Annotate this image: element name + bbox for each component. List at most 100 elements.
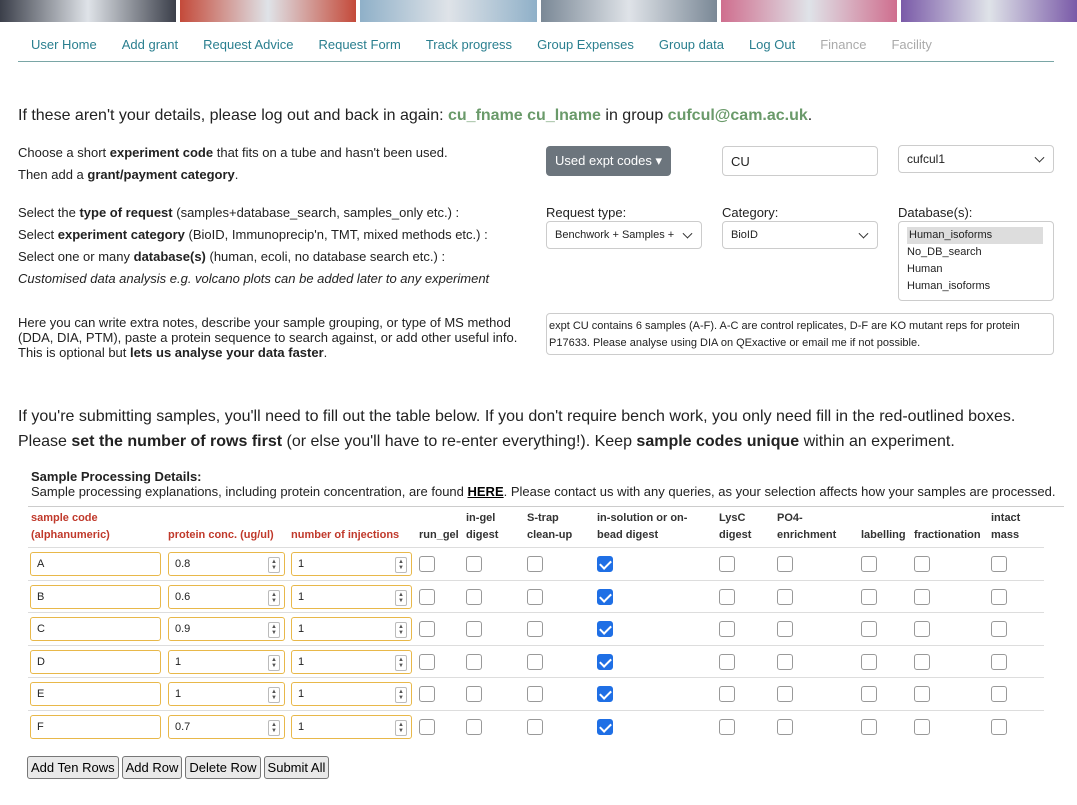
checkbox-po4[interactable] <box>777 686 793 703</box>
protein-conc-input[interactable]: 0.6 ▲ ▼ <box>168 584 285 609</box>
injections-input[interactable]: 1 ▲ ▼ <box>291 584 412 609</box>
sample-code-input[interactable]: A <box>30 552 161 576</box>
database-option[interactable]: Human <box>899 261 1053 278</box>
checkbox-strap[interactable] <box>527 588 543 605</box>
spinner-icon[interactable]: ▲ ▼ <box>268 557 280 573</box>
checkbox-run-gel[interactable] <box>419 719 435 735</box>
checkbox-labelling[interactable] <box>861 686 877 703</box>
used-expt-codes-button[interactable]: Used expt codes ▾ <box>546 146 671 176</box>
checkbox-po4[interactable] <box>777 588 793 605</box>
sample-code-input[interactable]: F <box>30 715 161 739</box>
spinner-icon[interactable]: ▲ ▼ <box>395 622 407 639</box>
nav-link-group-data[interactable]: Group data <box>646 30 736 61</box>
spinner-icon[interactable]: ▲ ▼ <box>395 557 407 573</box>
add-row-button[interactable]: Add Row <box>121 756 183 779</box>
nav-link-request-form[interactable]: Request Form <box>305 30 412 61</box>
checkbox-in-gel[interactable] <box>466 556 482 572</box>
checkbox-strap[interactable] <box>527 653 543 670</box>
database-listbox[interactable]: Human_isoforms No_DB_search Human Human_iso… <box>898 221 1054 301</box>
checkbox-po4[interactable] <box>777 653 793 670</box>
checkbox-run-gel[interactable] <box>419 621 435 638</box>
checkbox-intact[interactable] <box>991 556 1007 572</box>
checkbox-lysc[interactable] <box>719 719 735 735</box>
checkbox-intact[interactable] <box>991 621 1007 638</box>
checkbox-run-gel[interactable] <box>419 556 435 572</box>
checkbox-lysc[interactable] <box>719 588 735 605</box>
checkbox-in-gel[interactable] <box>466 588 482 605</box>
protein-conc-input[interactable]: 0.8 ▲ ▼ <box>168 552 285 576</box>
checkbox-lysc[interactable] <box>719 686 735 703</box>
add-ten-rows-button[interactable]: Add Ten Rows <box>27 756 119 779</box>
checkbox-strap[interactable] <box>527 556 543 572</box>
nav-link-user-home[interactable]: User Home <box>18 30 109 61</box>
checkbox-in-gel[interactable] <box>466 719 482 735</box>
delete-row-button[interactable]: Delete Row <box>185 756 261 779</box>
spinner-icon[interactable]: ▲ ▼ <box>268 589 280 606</box>
database-option[interactable]: No_DB_search <box>899 244 1053 261</box>
checkbox-run-gel[interactable] <box>419 686 435 703</box>
database-option[interactable]: Human_isoforms <box>907 227 1043 244</box>
checkbox-intact[interactable] <box>991 686 1007 703</box>
submit-all-button[interactable]: Submit All <box>263 756 330 779</box>
checkbox-in-solution[interactable] <box>597 621 613 638</box>
spinner-icon[interactable]: ▲ ▼ <box>268 687 280 704</box>
checkbox-fractionation[interactable] <box>914 556 930 572</box>
checkbox-intact[interactable] <box>991 653 1007 670</box>
request-type-select[interactable]: Benchwork + Samples + <box>546 221 702 249</box>
checkbox-intact[interactable] <box>991 719 1007 735</box>
checkbox-in-solution[interactable] <box>597 719 613 735</box>
checkbox-run-gel[interactable] <box>419 588 435 605</box>
checkbox-labelling[interactable] <box>861 588 877 605</box>
checkbox-intact[interactable] <box>991 588 1007 605</box>
checkbox-in-gel[interactable] <box>466 686 482 703</box>
checkbox-run-gel[interactable] <box>419 653 435 670</box>
injections-input[interactable]: 1 ▲ ▼ <box>291 715 412 739</box>
checkbox-in-solution[interactable] <box>597 556 613 572</box>
sample-code-input[interactable]: B <box>30 584 161 609</box>
notes-textarea[interactable]: expt CU contains 6 samples (A-F). A-C ar… <box>546 313 1054 355</box>
spinner-icon[interactable]: ▲ ▼ <box>395 654 407 671</box>
nav-link-request-advice[interactable]: Request Advice <box>190 30 305 61</box>
database-option[interactable]: Human_isoforms <box>899 278 1053 295</box>
expt-code-input[interactable]: CU <box>722 146 878 176</box>
protein-conc-input[interactable]: 0.7 ▲ ▼ <box>168 715 285 739</box>
sample-code-input[interactable]: D <box>30 649 161 674</box>
checkbox-labelling[interactable] <box>861 621 877 638</box>
sample-code-input[interactable]: E <box>30 682 161 707</box>
checkbox-fractionation[interactable] <box>914 588 930 605</box>
spinner-icon[interactable]: ▲ ▼ <box>268 622 280 639</box>
checkbox-strap[interactable] <box>527 686 543 703</box>
checkbox-strap[interactable] <box>527 719 543 735</box>
checkbox-fractionation[interactable] <box>914 653 930 670</box>
checkbox-lysc[interactable] <box>719 556 735 572</box>
checkbox-labelling[interactable] <box>861 719 877 735</box>
category-select[interactable]: BioID <box>722 221 878 249</box>
here-link[interactable]: HERE <box>468 484 504 499</box>
grant-select[interactable]: cufcul1 <box>898 145 1054 173</box>
injections-input[interactable]: 1 ▲ ▼ <box>291 617 412 642</box>
checkbox-lysc[interactable] <box>719 621 735 638</box>
checkbox-labelling[interactable] <box>861 556 877 572</box>
checkbox-labelling[interactable] <box>861 653 877 670</box>
nav-link-group-expenses[interactable]: Group Expenses <box>524 30 646 61</box>
checkbox-in-solution[interactable] <box>597 686 613 703</box>
spinner-icon[interactable]: ▲ ▼ <box>395 589 407 606</box>
checkbox-lysc[interactable] <box>719 653 735 670</box>
nav-link-track-progress[interactable]: Track progress <box>413 30 524 61</box>
checkbox-fractionation[interactable] <box>914 686 930 703</box>
injections-input[interactable]: 1 ▲ ▼ <box>291 649 412 674</box>
checkbox-fractionation[interactable] <box>914 621 930 638</box>
nav-link-log-out[interactable]: Log Out <box>736 30 807 61</box>
injections-input[interactable]: 1 ▲ ▼ <box>291 682 412 707</box>
spinner-icon[interactable]: ▲ ▼ <box>395 720 407 736</box>
nav-link-add-grant[interactable]: Add grant <box>109 30 190 61</box>
sample-code-input[interactable]: C <box>30 617 161 642</box>
checkbox-po4[interactable] <box>777 621 793 638</box>
checkbox-in-gel[interactable] <box>466 621 482 638</box>
checkbox-strap[interactable] <box>527 621 543 638</box>
injections-input[interactable]: 1 ▲ ▼ <box>291 552 412 576</box>
spinner-icon[interactable]: ▲ ▼ <box>268 654 280 671</box>
checkbox-in-gel[interactable] <box>466 653 482 670</box>
spinner-icon[interactable]: ▲ ▼ <box>268 720 280 736</box>
protein-conc-input[interactable]: 1 ▲ ▼ <box>168 682 285 707</box>
